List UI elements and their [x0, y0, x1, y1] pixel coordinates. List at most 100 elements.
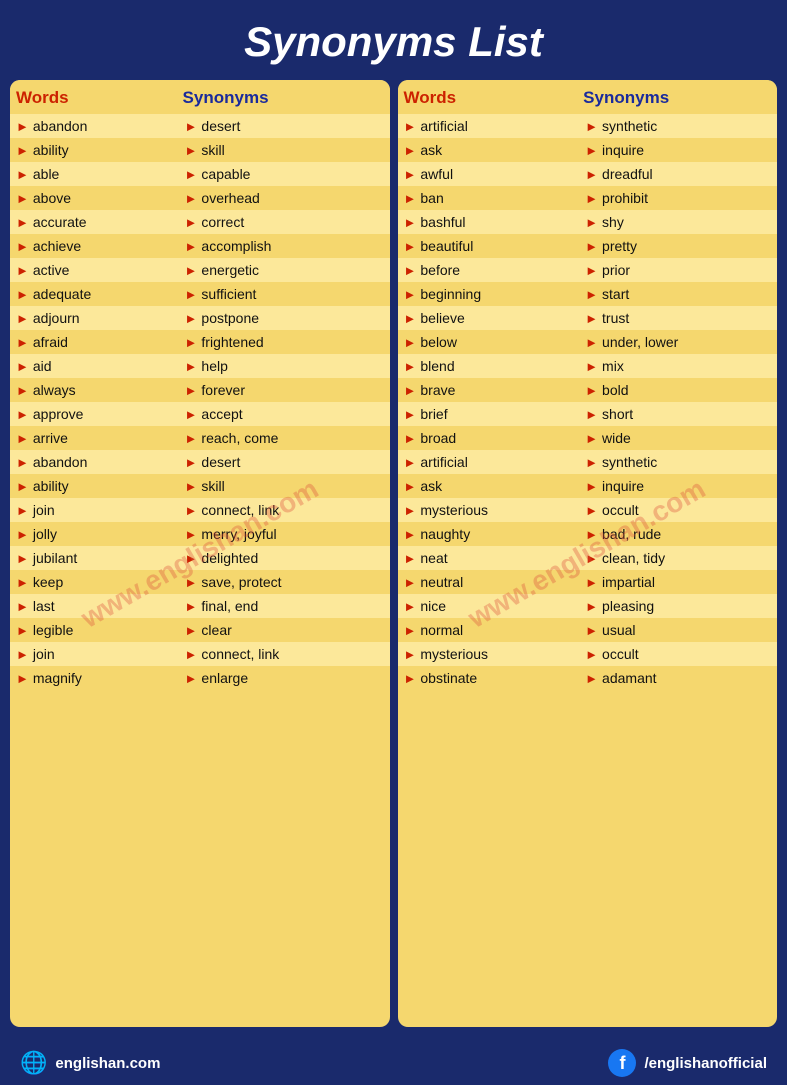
arrow-icon: ►	[404, 119, 417, 134]
table-row: ► abandon ► desert	[10, 114, 390, 138]
left-col-synonyms-header: Synonyms	[177, 80, 390, 114]
arrow-icon: ►	[585, 503, 598, 518]
synonym-text: inquire	[602, 142, 644, 158]
synonym-text: clean, tidy	[602, 550, 665, 566]
word-cell: ► approve	[10, 402, 177, 426]
word-cell: ► ability	[10, 138, 177, 162]
arrow-icon: ►	[585, 599, 598, 614]
arrow-icon: ►	[585, 335, 598, 350]
word-text: ban	[420, 190, 443, 206]
table-row: ► able ► capable	[10, 162, 390, 186]
word-text: mysterious	[420, 646, 488, 662]
synonym-text: synthetic	[602, 118, 657, 134]
synonym-text: pleasing	[602, 598, 654, 614]
word-text: aid	[33, 358, 52, 374]
synonym-cell: ► inquire	[577, 138, 777, 162]
synonym-cell: ► synthetic	[577, 114, 777, 138]
arrow-icon: ►	[585, 551, 598, 566]
synonym-text: merry, joyful	[201, 526, 276, 542]
synonym-text: dreadful	[602, 166, 653, 182]
word-text: legible	[33, 622, 73, 638]
synonym-text: occult	[602, 646, 639, 662]
synonym-cell: ► desert	[177, 114, 390, 138]
table-row: ► before ► prior	[398, 258, 778, 282]
word-text: neutral	[420, 574, 463, 590]
synonym-text: enlarge	[201, 670, 248, 686]
synonym-text: pretty	[602, 238, 637, 254]
left-synonym-table: Words Synonyms ► abandon ► desert	[10, 80, 390, 690]
word-text: broad	[420, 430, 456, 446]
synonym-cell: ► enlarge	[177, 666, 390, 690]
word-cell: ► abandon	[10, 450, 177, 474]
synonym-text: bold	[602, 382, 628, 398]
word-cell: ► arrive	[10, 426, 177, 450]
synonym-text: clear	[201, 622, 231, 638]
arrow-icon: ►	[404, 143, 417, 158]
synonym-cell: ► occult	[577, 642, 777, 666]
word-cell: ► ban	[398, 186, 578, 210]
word-text: before	[420, 262, 460, 278]
arrow-icon: ►	[185, 551, 198, 566]
word-text: abandon	[33, 454, 88, 470]
arrow-icon: ►	[404, 383, 417, 398]
word-cell: ► accurate	[10, 210, 177, 234]
word-cell: ► artificial	[398, 450, 578, 474]
arrow-icon: ►	[185, 503, 198, 518]
table-row: ► artificial ► synthetic	[398, 450, 778, 474]
arrow-icon: ►	[585, 359, 598, 374]
arrow-icon: ►	[185, 359, 198, 374]
table-row: ► jubilant ► delighted	[10, 546, 390, 570]
table-row: ► always ► forever	[10, 378, 390, 402]
arrow-icon: ►	[185, 431, 198, 446]
right-table-container: www.englishan.com Words Synonyms ► artif…	[398, 80, 778, 1027]
synonym-cell: ► mix	[577, 354, 777, 378]
synonym-text: capable	[201, 166, 250, 182]
word-cell: ► neutral	[398, 570, 578, 594]
synonym-text: prior	[602, 262, 630, 278]
word-cell: ► achieve	[10, 234, 177, 258]
table-row: ► join ► connect, link	[10, 498, 390, 522]
synonym-text: wide	[602, 430, 631, 446]
word-cell: ► naughty	[398, 522, 578, 546]
word-cell: ► ask	[398, 138, 578, 162]
table-row: ► bashful ► shy	[398, 210, 778, 234]
word-text: ability	[33, 142, 69, 158]
synonym-text: frightened	[201, 334, 263, 350]
word-text: bashful	[420, 214, 465, 230]
table-row: ► beginning ► start	[398, 282, 778, 306]
synonym-cell: ► trust	[577, 306, 777, 330]
footer-facebook: f /englishanofficial	[608, 1049, 767, 1077]
arrow-icon: ►	[16, 239, 29, 254]
arrow-icon: ►	[185, 383, 198, 398]
arrow-icon: ►	[404, 479, 417, 494]
synonym-text: short	[602, 406, 633, 422]
table-row: ► legible ► clear	[10, 618, 390, 642]
word-cell: ► aid	[10, 354, 177, 378]
arrow-icon: ►	[585, 119, 598, 134]
synonym-text: skill	[201, 478, 224, 494]
synonym-cell: ► inquire	[577, 474, 777, 498]
arrow-icon: ►	[16, 455, 29, 470]
synonym-cell: ► dreadful	[577, 162, 777, 186]
word-cell: ► awful	[398, 162, 578, 186]
synonym-cell: ► help	[177, 354, 390, 378]
word-text: above	[33, 190, 71, 206]
word-text: believe	[420, 310, 464, 326]
word-text: below	[420, 334, 457, 350]
arrow-icon: ►	[16, 551, 29, 566]
table-row: ► aid ► help	[10, 354, 390, 378]
synonym-cell: ► capable	[177, 162, 390, 186]
table-row: ► ask ► inquire	[398, 474, 778, 498]
synonym-text: correct	[201, 214, 244, 230]
synonym-cell: ► skill	[177, 138, 390, 162]
word-cell: ► obstinate	[398, 666, 578, 690]
arrow-icon: ►	[585, 287, 598, 302]
right-col-synonyms-header: Synonyms	[577, 80, 777, 114]
synonym-text: usual	[602, 622, 635, 638]
arrow-icon: ►	[185, 623, 198, 638]
synonym-cell: ► bold	[577, 378, 777, 402]
word-cell: ► afraid	[10, 330, 177, 354]
synonym-cell: ► save, protect	[177, 570, 390, 594]
word-cell: ► broad	[398, 426, 578, 450]
table-row: ► above ► overhead	[10, 186, 390, 210]
